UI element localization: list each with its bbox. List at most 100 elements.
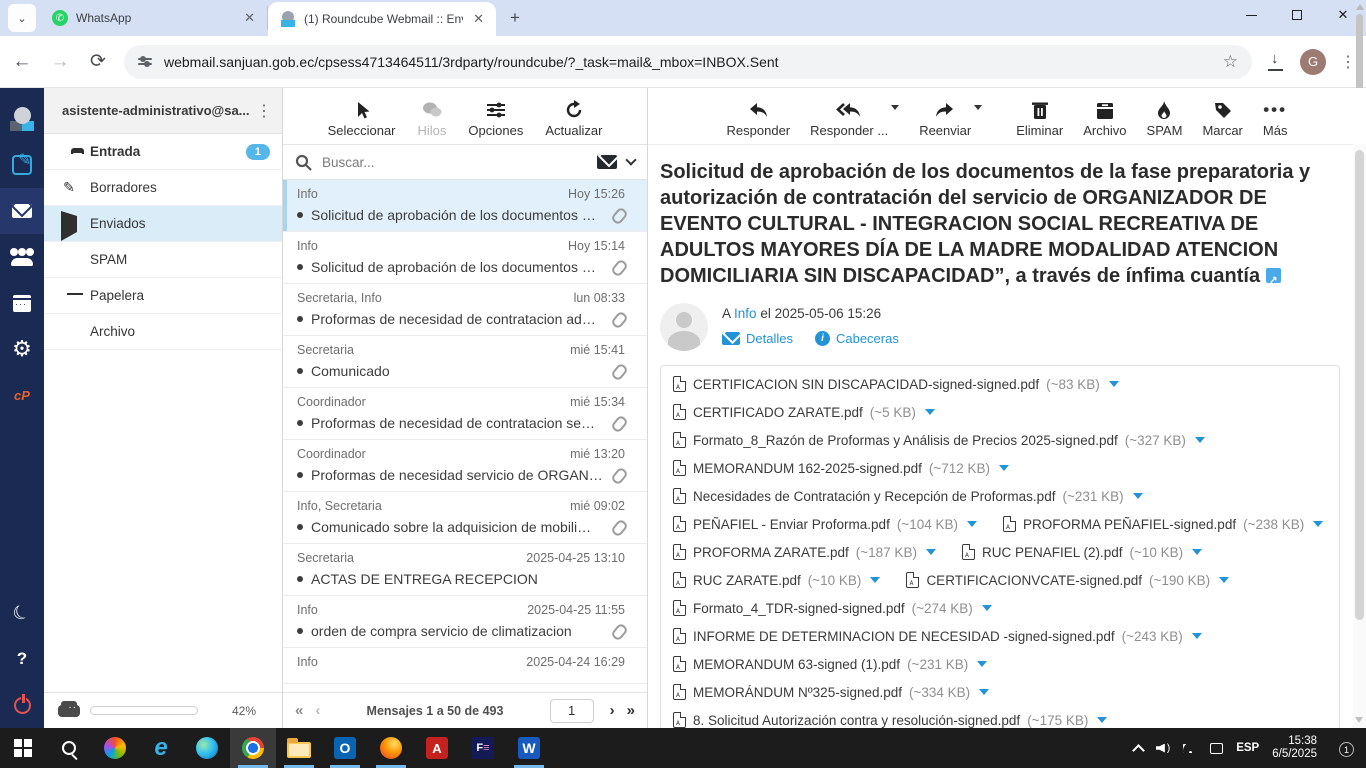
threads-button[interactable]: Hilos [418,100,447,138]
bookmark-star-icon[interactable]: ☆ [1223,52,1238,72]
attachment-item[interactable]: CERTIFICACIONVCATE-signed.pdf (~190 KB) [906,566,1229,594]
taskbar-clock[interactable]: 15:38 6/5/2025 [1272,735,1317,761]
next-page-button[interactable]: › [610,702,615,719]
attachment-name[interactable]: INFORME DE DETERMINACION DE NECESIDAD -s… [693,629,1115,644]
dark-mode-button[interactable]: ☾ [0,590,44,636]
tab-roundcube[interactable]: (1) Roundcube Webmail :: Envia ✕ [268,2,496,36]
attachment-item[interactable]: MEMORANDUM 63-signed (1).pdf (~231 KB) [673,650,987,678]
message-row[interactable]: Secretaria mié 15:41 Comunicado [283,336,647,388]
attachment-menu-caret-icon[interactable] [1313,521,1323,527]
attachment-item[interactable]: Necesidades de Contratación y Recepción … [673,482,1143,510]
tab-search-chevron-icon[interactable]: ⌄ [8,4,36,32]
message-row[interactable]: Info 2025-04-24 16:29 [283,648,647,684]
attachment-item[interactable]: 8. Solicitud Autorización contra y resol… [673,706,1107,728]
attachment-item[interactable]: CERTIFICACION SIN DISCAPACIDAD-signed-si… [673,370,1119,398]
attachment-name[interactable]: CERTIFICACION SIN DISCAPACIDAD-signed-si… [693,377,1039,392]
attachment-item[interactable]: CERTIFICADO ZARATE.pdf (~5 KB) [673,398,935,426]
folder-entrada[interactable]: Entrada 1 [44,134,282,170]
tray-expand-icon[interactable] [1132,744,1145,757]
details-toggle[interactable]: Detalles [722,331,793,346]
message-row[interactable]: Coordinador mié 13:20 Proformas de neces… [283,440,647,492]
attachment-menu-caret-icon[interactable] [967,521,977,527]
nav-calendar-button[interactable] [0,280,44,326]
folder-menu-icon[interactable]: ⋮ [256,101,272,121]
window-restore-button[interactable] [1274,0,1320,30]
attachment-name[interactable]: Formato_4_TDR-signed-signed.pdf [693,601,905,616]
nav-mail-button[interactable] [0,188,44,234]
taskbar-acrobat-button[interactable]: A [414,728,460,768]
page-input[interactable] [550,699,594,723]
forward-caret-icon[interactable] [974,105,982,110]
search-input[interactable] [322,155,587,170]
attachment-item[interactable]: PROFORMA PEÑAFIEL-signed.pdf (~238 KB) [1003,510,1323,538]
first-page-button[interactable]: « [295,702,303,719]
taskbar-ie-button[interactable]: e [138,728,184,768]
message-row[interactable]: Info 2025-04-25 11:55 orden de compra se… [283,596,647,648]
taskbar-word-button[interactable]: W [506,728,552,768]
new-tab-button[interactable]: + [502,5,528,31]
attachment-name[interactable]: 8. Solicitud Autorización contra y resol… [693,713,1020,728]
attachment-item[interactable]: RUC ZARATE.pdf (~10 KB) [673,566,880,594]
mark-button[interactable]: Marcar [1202,100,1242,138]
attachment-name[interactable]: PEÑAFIEL - Enviar Proforma.pdf [693,517,890,532]
attachment-menu-caret-icon[interactable] [926,549,936,555]
compose-button[interactable] [0,142,44,188]
message-row[interactable]: Secretaria 2025-04-25 13:10 ACTAS DE ENT… [283,544,647,596]
spam-button[interactable]: SPAM [1147,100,1183,138]
address-bar[interactable]: webmail.sanjuan.gob.ec/cpsess4713464511/… [124,45,1252,79]
attachment-menu-caret-icon[interactable] [1192,633,1202,639]
taskbar-search-button[interactable] [46,728,92,768]
select-button[interactable]: Seleccionar [328,100,396,138]
chevron-down-icon[interactable] [625,154,636,165]
attachment-menu-caret-icon[interactable] [1109,381,1119,387]
attachment-menu-caret-icon[interactable] [1192,549,1202,555]
profile-avatar[interactable]: G [1300,49,1326,75]
reply-all-button[interactable]: Responder ... [810,100,888,138]
tab-close-icon[interactable]: ✕ [242,10,257,26]
attachment-menu-caret-icon[interactable] [870,577,880,583]
site-settings-icon[interactable] [138,58,152,65]
archive-button[interactable]: Archivo [1083,100,1126,138]
attachment-item[interactable]: Formato_4_TDR-signed-signed.pdf (~274 KB… [673,594,992,622]
message-row[interactable]: Info Hoy 15:26 Solicitud de aprobación d… [283,180,647,232]
folder-papelera[interactable]: Papelera [44,278,282,314]
headers-toggle[interactable]: iCabeceras [815,331,899,346]
attachment-menu-caret-icon[interactable] [1133,493,1143,499]
attachment-name[interactable]: MEMORANDUM 162-2025-signed.pdf [693,461,922,476]
message-row[interactable]: Coordinador mié 15:34 Proformas de neces… [283,388,647,440]
prev-page-button[interactable]: ‹ [315,702,320,719]
url-text[interactable]: webmail.sanjuan.gob.ec/cpsess4713464511/… [164,54,1211,70]
attachment-name[interactable]: MEMORANDUM 63-signed (1).pdf [693,657,900,672]
taskbar-outlook-button[interactable]: O [322,728,368,768]
attachment-name[interactable]: Formato_8_Razón de Proformas y Análisis … [693,433,1118,448]
attachment-name[interactable]: Necesidades de Contratación y Recepción … [693,489,1055,504]
attachment-item[interactable]: MEMORÁNDUM Nº325-signed.pdf (~334 KB) [673,678,989,706]
wifi-icon[interactable] [1183,744,1197,753]
language-indicator[interactable]: ESP [1236,742,1259,754]
reload-button[interactable]: ⟳ [86,50,110,73]
folder-archivo[interactable]: Archivo [44,314,282,350]
attachment-menu-caret-icon[interactable] [977,661,987,667]
attachment-menu-caret-icon[interactable] [982,605,992,611]
volume-icon[interactable]: ) [1156,743,1170,754]
external-link-icon[interactable] [1266,268,1281,283]
attachment-menu-caret-icon[interactable] [979,689,989,695]
taskbar-firefox-button[interactable] [368,728,414,768]
folder-borradores[interactable]: ✎ Borradores [44,170,282,206]
refresh-button[interactable]: Actualizar [545,100,602,138]
taskbar-copilot-button[interactable] [92,728,138,768]
taskbar-edge-button[interactable] [184,728,230,768]
attachment-name[interactable]: RUC ZARATE.pdf [693,573,801,588]
tab-whatsapp[interactable]: ✆ WhatsApp ✕ [40,6,268,30]
help-button[interactable]: ? [0,636,44,682]
attachment-item[interactable]: PEÑAFIEL - Enviar Proforma.pdf (~104 KB) [673,510,977,538]
more-button[interactable]: ••• Más [1263,100,1288,138]
options-button[interactable]: Opciones [468,100,523,138]
window-minimize-button[interactable] [1228,0,1274,30]
reply-button[interactable]: Responder [727,100,791,138]
tab-close-icon[interactable]: ✕ [471,11,486,27]
folder-spam[interactable]: SPAM [44,242,282,278]
search-scope-icon[interactable] [597,155,617,169]
logout-button[interactable] [0,682,44,728]
attachment-menu-caret-icon[interactable] [925,409,935,415]
